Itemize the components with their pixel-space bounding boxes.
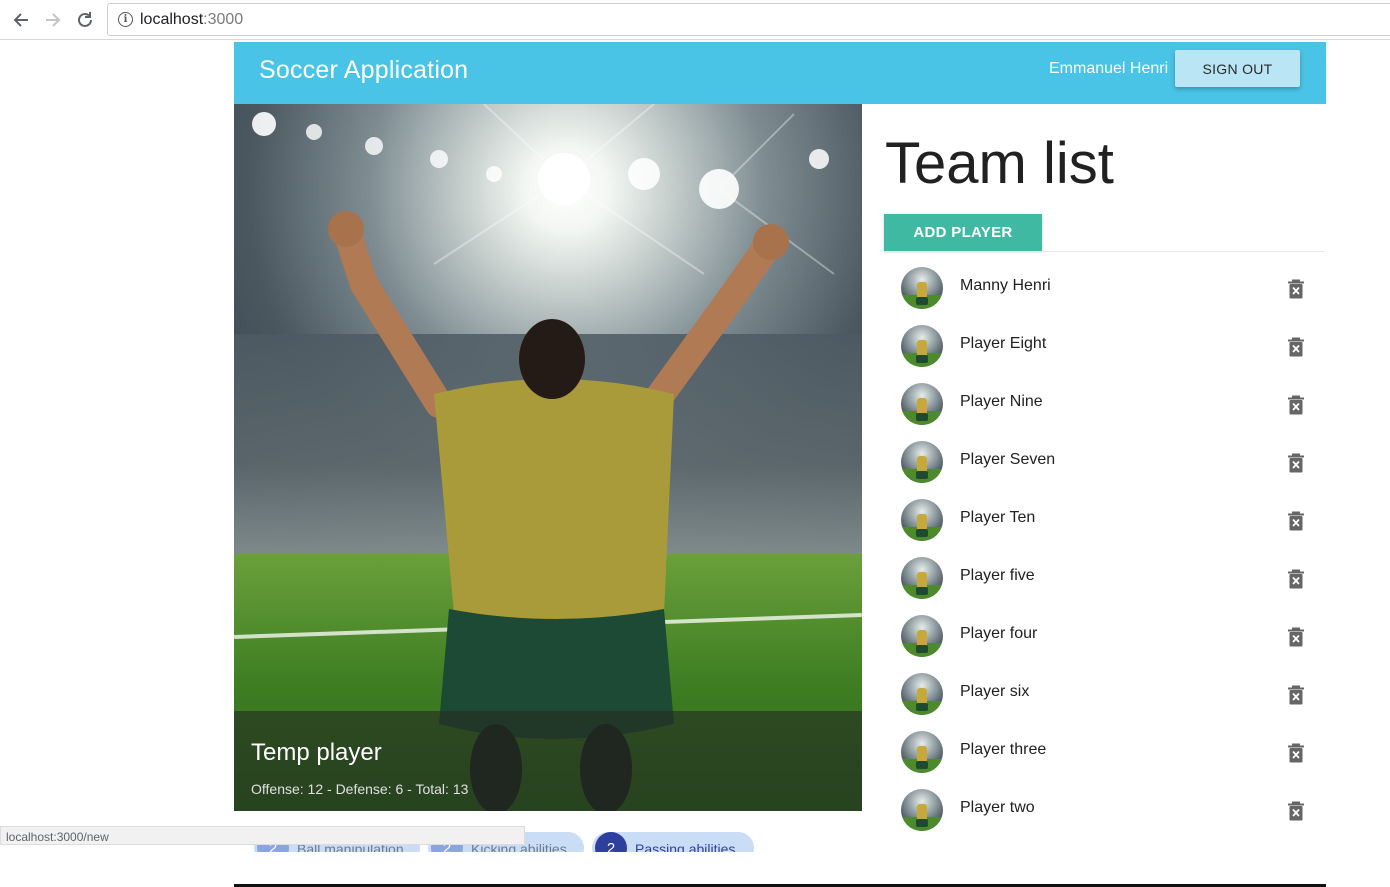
- add-player-button[interactable]: ADD PLAYER: [884, 214, 1042, 251]
- avatar: [901, 557, 943, 599]
- app-bar: Soccer Application Emmanuel Henri SIGN O…: [234, 42, 1326, 104]
- avatar: [901, 383, 943, 425]
- browser-toolbar: i localhost:3000: [0, 0, 1390, 40]
- player-list-item[interactable]: Player three: [884, 722, 1324, 780]
- delete-forever-icon[interactable]: [1287, 743, 1305, 763]
- delete-forever-icon[interactable]: [1287, 337, 1305, 357]
- delete-forever-icon[interactable]: [1287, 685, 1305, 705]
- player-list-item[interactable]: Player Ten: [884, 490, 1324, 548]
- player-name: Player Nine: [960, 393, 1043, 410]
- celebrating-player-image: [328, 211, 789, 811]
- reload-button[interactable]: [72, 7, 98, 33]
- user-name: Emmanuel Henri: [1049, 60, 1169, 77]
- player-card-stats: Offense: 12 - Defense: 6 - Total: 13: [251, 781, 469, 797]
- sign-out-button[interactable]: SIGN OUT: [1175, 50, 1300, 87]
- avatar: [901, 731, 943, 773]
- team-list-title: Team list: [885, 131, 1114, 196]
- player-name: Player Ten: [960, 509, 1036, 526]
- delete-forever-icon[interactable]: [1287, 279, 1305, 299]
- player-name: Player Seven: [960, 451, 1056, 468]
- app-title[interactable]: Soccer Application: [259, 56, 468, 85]
- player-name: Manny Henri: [960, 277, 1051, 294]
- avatar: [901, 441, 943, 483]
- status-bar-url: localhost:3000/new: [0, 826, 525, 845]
- player-card-image: Temp player Offense: 12 - Defense: 6 - T…: [234, 104, 862, 811]
- player-name: Player five: [960, 567, 1035, 584]
- avatar: [901, 267, 943, 309]
- delete-forever-icon[interactable]: [1287, 627, 1305, 647]
- player-list: Manny Henri Player Eight Player Nine Pla…: [884, 258, 1324, 838]
- skill-chip[interactable]: 2 Passing abilities: [592, 832, 754, 852]
- player-name: Player two: [960, 799, 1035, 816]
- player-list-item[interactable]: Player two: [884, 780, 1324, 838]
- arrow-right-icon: [46, 13, 61, 27]
- avatar: [901, 673, 943, 715]
- player-list-item[interactable]: Player Eight: [884, 316, 1324, 374]
- address-bar[interactable]: i localhost:3000: [107, 3, 1390, 36]
- player-list-item[interactable]: Player five: [884, 548, 1324, 606]
- url-text: localhost:3000: [140, 10, 244, 28]
- player-list-item[interactable]: Manny Henri: [884, 258, 1324, 316]
- player-card-title: Temp player: [251, 739, 382, 766]
- chip-label: Passing abilities: [635, 841, 736, 852]
- player-name: Player Eight: [960, 335, 1047, 352]
- delete-forever-icon[interactable]: [1287, 801, 1305, 821]
- avatar: [901, 499, 943, 541]
- back-button[interactable]: [8, 7, 34, 33]
- player-list-item[interactable]: Player six: [884, 664, 1324, 722]
- player-name: Player three: [960, 741, 1047, 758]
- forward-button[interactable]: [40, 7, 66, 33]
- player-list-item[interactable]: Player Nine: [884, 374, 1324, 432]
- divider: [884, 251, 1324, 252]
- delete-forever-icon[interactable]: [1287, 569, 1305, 589]
- delete-forever-icon[interactable]: [1287, 453, 1305, 473]
- chip-avatar: 2: [595, 832, 627, 852]
- app-container: Soccer Application Emmanuel Henri SIGN O…: [234, 42, 1326, 852]
- avatar: [901, 325, 943, 367]
- player-name: Player four: [960, 625, 1038, 642]
- player-list-item[interactable]: Player four: [884, 606, 1324, 664]
- arrow-left-icon: [13, 13, 28, 27]
- avatar: [901, 615, 943, 657]
- reload-icon: [78, 12, 92, 27]
- player-card-caption: Temp player Offense: 12 - Defense: 6 - T…: [234, 711, 862, 811]
- info-icon[interactable]: i: [118, 12, 133, 27]
- delete-forever-icon[interactable]: [1287, 395, 1305, 415]
- player-list-item[interactable]: Player Seven: [884, 432, 1324, 490]
- player-name: Player six: [960, 683, 1030, 700]
- avatar: [901, 789, 943, 831]
- delete-forever-icon[interactable]: [1287, 511, 1305, 531]
